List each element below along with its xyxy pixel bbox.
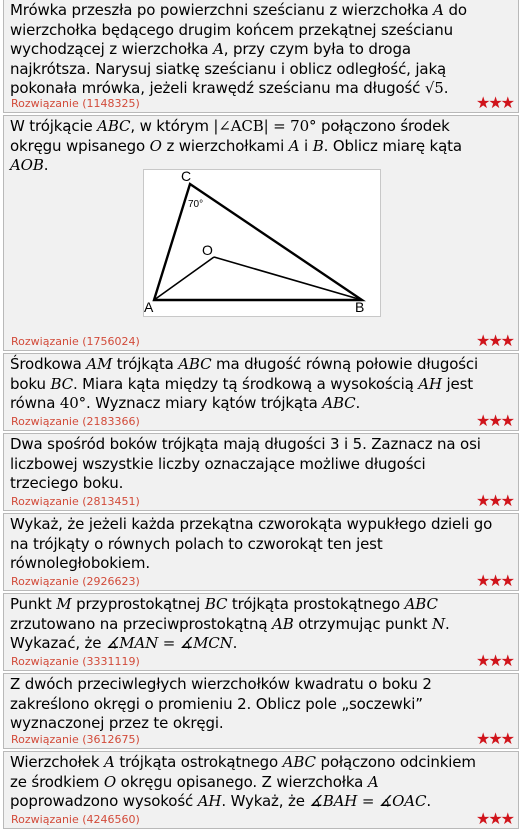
segment-ob — [213, 256, 363, 301]
vertex-c-label: C — [181, 170, 191, 184]
problem-card: Wykaż, że jeżeli każda przekątna czworok… — [3, 513, 519, 591]
problem-card: Wierzchołek A trójkąta ostrokątnego ABC … — [3, 751, 519, 829]
solution-link[interactable]: Rozwiązanie (2813451) — [11, 495, 140, 508]
triangle-abc — [152, 182, 366, 302]
difficulty-stars: ★★★ — [475, 93, 515, 112]
difficulty-stars: ★★★ — [475, 729, 515, 748]
problem-card: Środkowa AM trójkąta ABC ma długość równ… — [3, 353, 519, 431]
vertex-a-label: A — [144, 299, 154, 315]
problem-card: W trójkącie ABC, w którym |∠ACB| = 70° p… — [3, 115, 519, 351]
vertex-b-label: B — [355, 299, 364, 315]
problem-text: Punkt M przyprostokątnej BC trójkąta pro… — [10, 595, 450, 652]
problem-text: Dwa spośród boków trójkąta mają długości… — [10, 435, 481, 492]
problem-text: Wykaż, że jeżeli każda przekątna czworok… — [10, 515, 493, 572]
problem-card: Z dwóch przeciwległych wierzchołków kwad… — [3, 673, 519, 749]
difficulty-stars: ★★★ — [475, 651, 515, 670]
angle-label: 70° — [188, 199, 203, 210]
difficulty-stars: ★★★ — [475, 331, 515, 350]
difficulty-stars: ★★★ — [475, 571, 515, 590]
problem-text: Wierzchołek A trójkąta ostrokątnego ABC … — [10, 753, 476, 810]
solution-link[interactable]: Rozwiązanie (4246560) — [11, 813, 140, 826]
solution-link[interactable]: Rozwiązanie (1756024) — [11, 335, 140, 348]
difficulty-stars: ★★★ — [475, 491, 515, 510]
solution-link[interactable]: Rozwiązanie (2183366) — [11, 415, 140, 428]
problem-list: Mrówka przeszła po powierzchni sześcianu… — [0, 0, 525, 830]
problem-text: Środkowa AM trójkąta ABC ma długość równ… — [10, 355, 479, 412]
problem-text: Mrówka przeszła po powierzchni sześcianu… — [10, 1, 467, 97]
segment-ao — [153, 256, 215, 301]
triangle-diagram: C A B O 70° — [144, 168, 366, 315]
problem-text: Z dwóch przeciwległych wierzchołków kwad… — [10, 675, 432, 732]
solution-link[interactable]: Rozwiązanie (2926623) — [11, 575, 140, 588]
triangle-figure: C A B O 70° — [143, 168, 381, 317]
solution-link[interactable]: Rozwiązanie (3612675) — [11, 733, 140, 746]
problem-card: Dwa spośród boków trójkąta mają długości… — [3, 433, 519, 511]
point-o-label: O — [202, 242, 213, 258]
problem-card: Punkt M przyprostokątnej BC trójkąta pro… — [3, 593, 519, 671]
problem-card: Mrówka przeszła po powierzchni sześcianu… — [3, 0, 519, 113]
problem-text: W trójkącie ABC, w którym |∠ACB| = 70° p… — [10, 117, 462, 174]
solution-link[interactable]: Rozwiązanie (1148325) — [11, 97, 140, 110]
difficulty-stars: ★★★ — [475, 809, 515, 828]
solution-link[interactable]: Rozwiązanie (3331119) — [11, 655, 140, 668]
difficulty-stars: ★★★ — [475, 411, 515, 430]
